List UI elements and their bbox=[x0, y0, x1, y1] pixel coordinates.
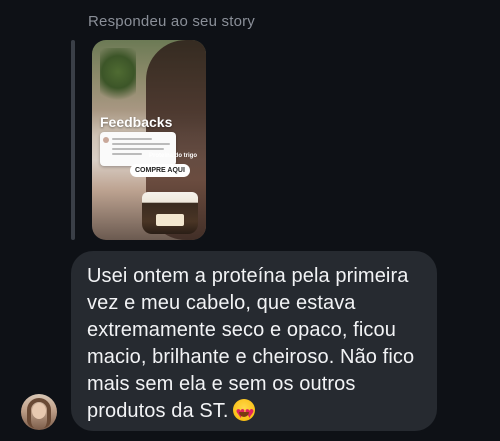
story-title: Feedbacks bbox=[100, 114, 173, 130]
product-jar-graphic bbox=[142, 192, 198, 234]
message-bubble[interactable]: Usei ontem a proteína pela primeira vez … bbox=[71, 251, 437, 431]
story-reply-label: Respondeu ao seu story bbox=[88, 13, 256, 30]
sender-avatar[interactable] bbox=[21, 394, 57, 430]
buy-here-sticker: COMPRE AQUI bbox=[130, 164, 190, 177]
feedback-avatar-icon bbox=[103, 137, 109, 143]
dm-conversation: Respondeu ao seu story Feedbacks Proteín… bbox=[0, 0, 500, 441]
reply-quote-bar bbox=[71, 40, 75, 240]
feedback-card bbox=[100, 132, 176, 166]
jar-label-graphic bbox=[156, 214, 184, 226]
heart-eyes-emoji-icon: ♥♥ bbox=[232, 399, 255, 422]
message-text: Usei ontem a proteína pela primeira vez … bbox=[87, 265, 415, 422]
story-preview-thumbnail[interactable]: Feedbacks Proteína do trigo COMPRE AQUI bbox=[92, 40, 206, 240]
plant-graphic bbox=[100, 48, 136, 108]
product-tag: Proteína do trigo bbox=[149, 153, 197, 159]
